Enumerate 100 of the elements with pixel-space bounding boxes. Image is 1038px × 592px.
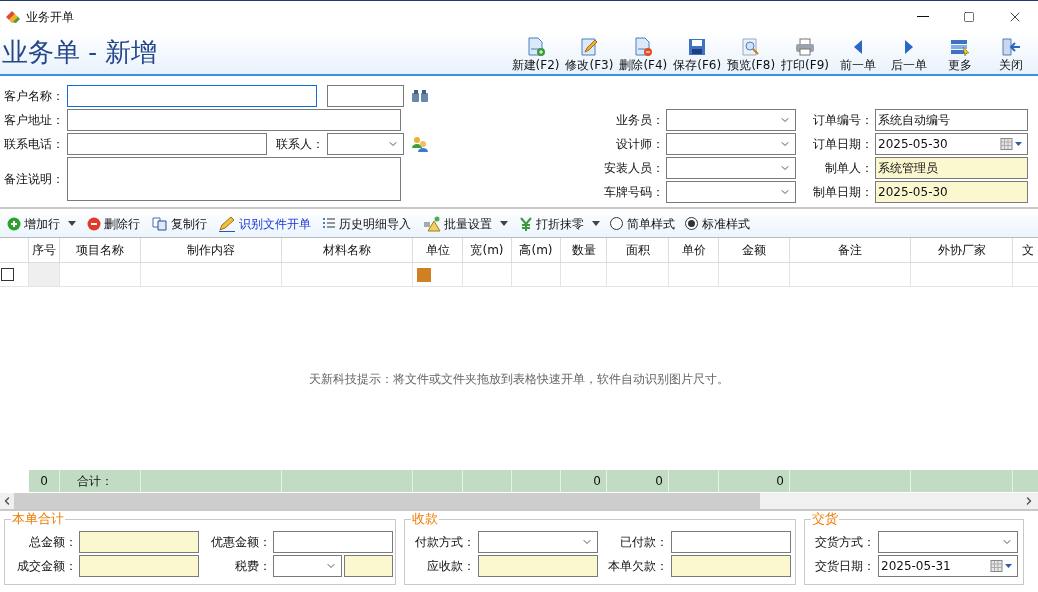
field-label: 联系人： xyxy=(275,136,324,153)
input-field[interactable] xyxy=(79,555,199,577)
dropdown-field[interactable] xyxy=(666,133,796,155)
toolbar-button[interactable]: 增加行 xyxy=(6,214,61,233)
dropdown-field[interactable] xyxy=(878,531,1018,553)
horizontal-scrollbar[interactable] xyxy=(0,493,1038,511)
toolbar-button[interactable]: 后一单 xyxy=(883,34,934,74)
dropdown-caret-icon[interactable] xyxy=(500,221,508,226)
radio-option[interactable]: 简单样式 xyxy=(610,214,675,233)
field-label: 制单日期： xyxy=(812,184,873,201)
column-header[interactable]: 外协厂家 xyxy=(911,238,1013,262)
input-field[interactable] xyxy=(670,531,791,553)
dropdown-field[interactable] xyxy=(666,109,796,131)
toolbar-button[interactable]: 预览(F8) xyxy=(724,34,779,74)
field-label: 车牌号码： xyxy=(603,184,664,201)
group-title: 收款 xyxy=(411,511,439,527)
dropdown-field[interactable] xyxy=(327,133,404,155)
field-label: 税费： xyxy=(234,558,271,575)
field-label: 应收款： xyxy=(426,558,475,575)
column-header[interactable]: 备注 xyxy=(790,238,911,262)
input-field[interactable] xyxy=(79,531,199,553)
group-title: 本单合计 xyxy=(11,511,65,527)
toolbar-button[interactable]: 历史明细导入 xyxy=(321,214,412,233)
radio-option[interactable]: 标准样式 xyxy=(685,214,750,233)
toolbar-button[interactable]: 关闭 xyxy=(985,34,1036,74)
toolbar-button[interactable]: 更多 xyxy=(934,34,985,74)
input-field[interactable] xyxy=(327,85,404,107)
input-field[interactable] xyxy=(273,531,393,553)
column-header[interactable]: 制作内容 xyxy=(141,238,282,262)
column-header[interactable]: 数量 xyxy=(561,238,607,262)
total-cell: 0 xyxy=(561,470,607,492)
toolbar-button[interactable]: 批量设置 xyxy=(422,214,493,233)
maximize-icon xyxy=(963,10,975,23)
column-header[interactable]: 项目名称 xyxy=(60,238,141,262)
field-label: 设计师： xyxy=(615,136,664,153)
input-field[interactable] xyxy=(67,109,401,131)
shapes-icon xyxy=(423,215,441,232)
field-label: 安装人员： xyxy=(603,160,664,177)
recognize-file-link[interactable]: 识别文件开单 xyxy=(239,214,311,233)
previous-icon xyxy=(852,37,863,57)
copy-icon xyxy=(152,216,168,231)
input-field[interactable] xyxy=(67,85,317,107)
printer-icon xyxy=(794,37,817,57)
toolbar-button[interactable]: 打印(F9) xyxy=(778,34,832,74)
field-label: 交货方式： xyxy=(814,534,875,551)
input-field[interactable] xyxy=(670,555,791,577)
column-header[interactable]: 高(m) xyxy=(512,238,561,262)
text-area[interactable] xyxy=(67,157,401,201)
input-field[interactable] xyxy=(344,555,393,577)
calendar-dropdown-icon xyxy=(990,560,1014,572)
column-header[interactable]: 宽(m) xyxy=(463,238,512,262)
field-label: 交货日期： xyxy=(814,558,875,575)
dropdown-field[interactable] xyxy=(273,555,342,577)
field-label: 客户名称： xyxy=(3,88,64,105)
column-header[interactable]: 材料名称 xyxy=(282,238,413,262)
binoculars-icon[interactable] xyxy=(411,89,429,103)
input-field[interactable]: 2025-05-30 xyxy=(875,181,1028,203)
toolbar-button[interactable]: 打折抹零 xyxy=(518,214,585,233)
total-cell: 0 xyxy=(29,470,60,492)
field-label: 制单人： xyxy=(824,160,873,177)
field-label: 成交金额： xyxy=(16,558,77,575)
drop-hint: 天新科技提示：将文件或文件夹拖放到表格快速开单，软件自动识别图片尺寸。 xyxy=(309,370,729,388)
input-field[interactable] xyxy=(477,555,598,577)
dropdown-field[interactable] xyxy=(666,157,796,179)
add-icon xyxy=(7,216,21,231)
field-label: 备注说明： xyxy=(3,171,64,188)
toolbar-button[interactable]: 保存(F6) xyxy=(670,34,725,74)
toolbar-button[interactable]: 前一单 xyxy=(832,34,883,74)
toolbar-button[interactable]: 新建(F2) xyxy=(508,34,563,74)
input-field[interactable] xyxy=(67,133,267,155)
field-label: 本单欠款： xyxy=(607,558,668,575)
column-header[interactable]: 金额 xyxy=(719,238,790,262)
total-cell: 合计： xyxy=(60,470,141,492)
date-field[interactable]: 2025-05-30 xyxy=(875,133,1028,155)
toolbar-button[interactable]: 修改(F3) xyxy=(562,34,617,74)
exit-icon xyxy=(999,37,1022,57)
toolbar-button[interactable]: 删除(F4) xyxy=(616,34,671,74)
input-field[interactable]: 系统自动编号 xyxy=(875,109,1028,131)
people-icon[interactable] xyxy=(411,136,429,152)
toolbar-button[interactable]: 复制行 xyxy=(151,214,208,233)
input-field[interactable]: 系统管理员 xyxy=(875,157,1028,179)
column-header[interactable]: 单位 xyxy=(413,238,463,262)
dropdown-caret-icon[interactable] xyxy=(592,221,600,226)
column-header[interactable]: 序号 xyxy=(29,238,60,262)
yen-icon xyxy=(519,216,533,231)
row-checkbox[interactable] xyxy=(1,268,14,281)
column-header[interactable]: 单价 xyxy=(669,238,719,262)
dropdown-caret-icon[interactable] xyxy=(68,221,76,226)
column-header[interactable]: 面积 xyxy=(607,238,669,262)
dropdown-field[interactable] xyxy=(477,531,598,553)
pencil-icon xyxy=(218,215,236,232)
field-label: 订单日期： xyxy=(812,136,873,153)
more-icon xyxy=(948,37,971,57)
toolbar-button[interactable]: 删除行 xyxy=(86,214,141,233)
total-cell: 0 xyxy=(607,470,669,492)
window-title: 业务开单 xyxy=(26,8,74,26)
column-header[interactable]: 文 xyxy=(1013,238,1038,262)
date-field[interactable]: 2025-05-31 xyxy=(878,555,1018,577)
dropdown-field[interactable] xyxy=(666,181,796,203)
field-label: 联系电话： xyxy=(3,136,64,153)
